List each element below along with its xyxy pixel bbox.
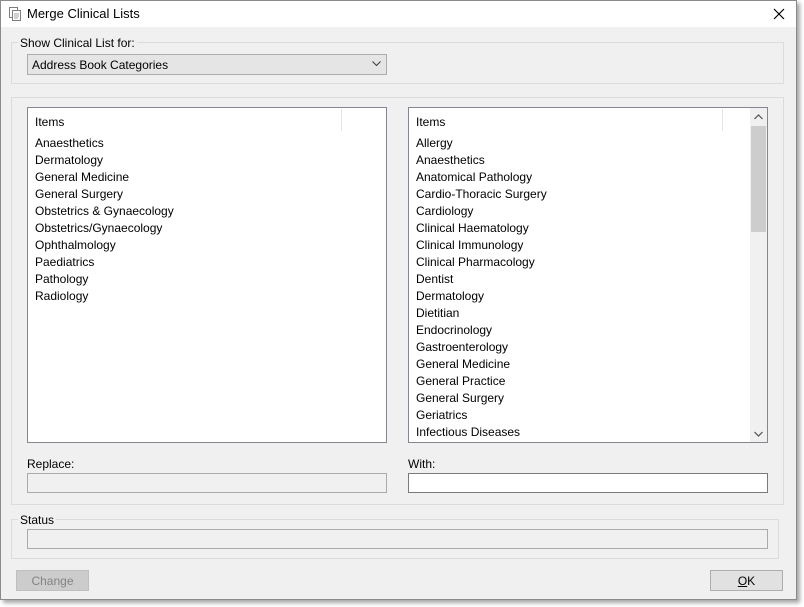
chevron-down-icon [372,61,381,67]
list-item[interactable]: Dietitian [416,305,547,322]
merge-clinical-lists-dialog: Merge Clinical Lists Show Clinical List … [0,0,797,600]
source-column-header[interactable]: Items [35,115,64,129]
document-copy-icon [7,6,23,22]
target-items: Allergy Anaesthetics Anatomical Pathology C… [416,135,547,441]
change-button-label: Change [31,573,74,588]
clinical-list-select[interactable]: Address Book Categories [27,54,387,75]
list-item[interactable]: Paediatrics [35,254,174,271]
list-item[interactable]: Gastroenterology [416,339,547,356]
source-items-list[interactable]: Items Anaesthetics Dermatology General Med… [27,107,387,443]
list-item[interactable]: Anaesthetics [416,152,547,169]
replace-label: Replace: [27,457,75,471]
list-item[interactable]: General Surgery [416,390,547,407]
ok-button-label: OK [738,574,755,588]
ok-button[interactable]: OK [710,570,783,591]
vertical-scrollbar[interactable] [750,108,767,442]
source-list-header[interactable]: Items [28,108,386,132]
target-items-list[interactable]: Items Allergy Anaesthetics Anatomical Path… [408,107,768,443]
list-item[interactable]: General Practice [416,373,547,390]
list-item[interactable]: General Surgery [35,186,174,203]
with-label: With: [408,457,436,471]
column-divider[interactable] [341,109,342,131]
list-item[interactable]: Infectious Diseases [416,424,547,441]
status-field [27,529,768,549]
list-item[interactable]: Clinical Pharmacology [416,254,547,271]
change-button[interactable]: Change [16,570,89,591]
close-button[interactable] [762,1,796,27]
target-list-header[interactable]: Items [409,108,750,132]
list-item[interactable]: Dermatology [416,288,547,305]
target-column-header[interactable]: Items [416,115,445,129]
show-list-label: Show Clinical List for: [18,36,137,50]
list-item[interactable]: Endocrinology [416,322,547,339]
list-item[interactable]: Obstetrics & Gynaecology [35,203,174,220]
window-title: Merge Clinical Lists [27,6,140,21]
ok-label-rest: K [747,573,756,588]
chevron-down-icon [754,431,763,437]
ok-accelerator: O [737,573,748,588]
list-item[interactable]: Radiology [35,288,174,305]
list-item[interactable]: Dermatology [35,152,174,169]
list-item[interactable]: General Medicine [416,356,547,373]
title-bar: Merge Clinical Lists [1,1,796,27]
status-label: Status [18,513,57,527]
list-item[interactable]: Allergy [416,135,547,152]
list-item[interactable]: Anaesthetics [35,135,174,152]
chevron-up-icon [754,113,763,119]
list-item[interactable]: Ophthalmology [35,237,174,254]
scroll-thumb[interactable] [751,126,766,232]
list-item[interactable]: General Medicine [35,169,174,186]
list-item[interactable]: Anatomical Pathology [416,169,547,186]
list-item[interactable]: Geriatrics [416,407,547,424]
list-item[interactable]: Cardio-Thoracic Surgery [416,186,547,203]
with-field[interactable] [408,473,768,493]
list-item[interactable]: Pathology [35,271,174,288]
list-item[interactable]: Obstetrics/Gynaecology [35,220,174,237]
replace-field[interactable] [27,473,387,493]
list-item[interactable]: Clinical Haematology [416,220,547,237]
list-item[interactable]: Dentist [416,271,547,288]
list-item[interactable]: Clinical Immunology [416,237,547,254]
column-divider[interactable] [722,109,723,131]
scroll-up-button[interactable] [750,108,767,125]
clinical-list-selected-value: Address Book Categories [32,58,169,72]
list-item[interactable]: Cardiology [416,203,547,220]
scroll-down-button[interactable] [750,425,767,442]
source-items: Anaesthetics Dermatology General Medicine G… [35,135,174,305]
close-icon [773,8,785,20]
